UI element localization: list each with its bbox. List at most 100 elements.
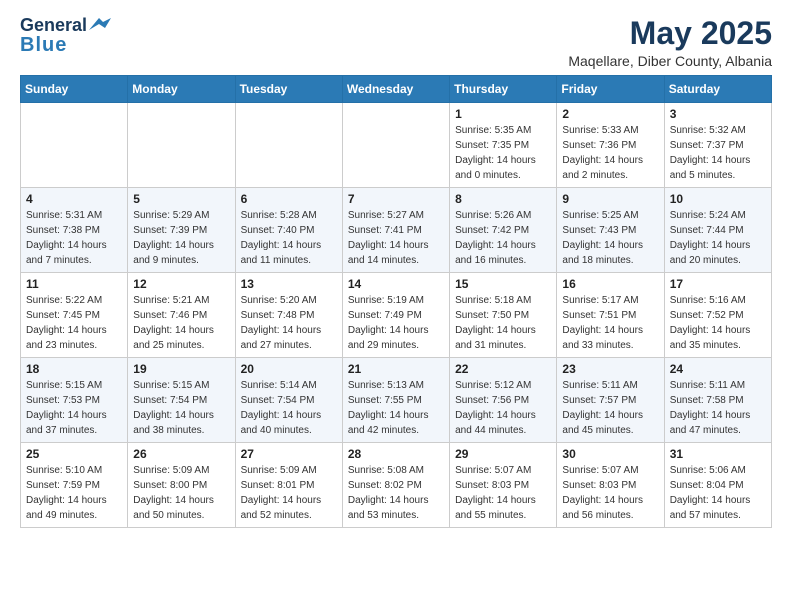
day-number: 20 <box>241 362 337 376</box>
calendar-cell: 15 Sunrise: 5:18 AMSunset: 7:50 PMDayligh… <box>450 273 557 358</box>
day-info: Sunrise: 5:09 AMSunset: 8:00 PMDaylight:… <box>133 463 229 523</box>
day-info: Sunrise: 5:10 AMSunset: 7:59 PMDaylight:… <box>26 463 122 523</box>
logo-blue: Blue <box>20 34 67 57</box>
day-info: Sunrise: 5:06 AMSunset: 8:04 PMDaylight:… <box>670 463 766 523</box>
day-info: Sunrise: 5:26 AMSunset: 7:42 PMDaylight:… <box>455 208 551 268</box>
day-number: 21 <box>348 362 444 376</box>
day-info: Sunrise: 5:32 AMSunset: 7:37 PMDaylight:… <box>670 123 766 183</box>
day-number: 9 <box>562 192 658 206</box>
calendar-cell: 18 Sunrise: 5:15 AMSunset: 7:53 PMDayligh… <box>21 358 128 443</box>
day-number: 17 <box>670 277 766 291</box>
week-row-5: 25Sunrise: 5:10 AMSunset: 7:59 PMDayligh… <box>21 443 772 528</box>
calendar-cell: 12 Sunrise: 5:21 AMSunset: 7:46 PMDayligh… <box>128 273 235 358</box>
weekday-monday: Monday <box>128 76 235 103</box>
day-info: Sunrise: 5:09 AMSunset: 8:01 PMDaylight:… <box>241 463 337 523</box>
calendar-cell: 20 Sunrise: 5:14 AMSunset: 7:54 PMDayligh… <box>235 358 342 443</box>
weekday-sunday: Sunday <box>21 76 128 103</box>
day-info: Sunrise: 5:28 AMSunset: 7:40 PMDaylight:… <box>241 208 337 268</box>
calendar-cell: 14 Sunrise: 5:19 AMSunset: 7:49 PMDayligh… <box>342 273 449 358</box>
weekday-friday: Friday <box>557 76 664 103</box>
calendar-cell: 1 Sunrise: 5:35 AMSunset: 7:35 PMDaylight… <box>450 103 557 188</box>
weekday-header-row: SundayMondayTuesdayWednesdayThursdayFrid… <box>21 76 772 103</box>
calendar-cell: 11 Sunrise: 5:22 AMSunset: 7:45 PMDayligh… <box>21 273 128 358</box>
calendar-cell: 17 Sunrise: 5:16 AMSunset: 7:52 PMDayligh… <box>664 273 771 358</box>
day-info: Sunrise: 5:24 AMSunset: 7:44 PMDaylight:… <box>670 208 766 268</box>
weekday-thursday: Thursday <box>450 76 557 103</box>
day-number: 13 <box>241 277 337 291</box>
weekday-wednesday: Wednesday <box>342 76 449 103</box>
calendar-cell <box>235 103 342 188</box>
day-info: Sunrise: 5:07 AMSunset: 8:03 PMDaylight:… <box>562 463 658 523</box>
calendar-cell: 31Sunrise: 5:06 AMSunset: 8:04 PMDayligh… <box>664 443 771 528</box>
weekday-saturday: Saturday <box>664 76 771 103</box>
day-number: 10 <box>670 192 766 206</box>
day-number: 18 <box>26 362 122 376</box>
day-number: 30 <box>562 447 658 461</box>
day-number: 3 <box>670 107 766 121</box>
week-row-1: 1 Sunrise: 5:35 AMSunset: 7:35 PMDaylight… <box>21 103 772 188</box>
day-number: 1 <box>455 107 551 121</box>
day-info: Sunrise: 5:15 AMSunset: 7:53 PMDaylight:… <box>26 378 122 438</box>
day-number: 22 <box>455 362 551 376</box>
day-info: Sunrise: 5:08 AMSunset: 8:02 PMDaylight:… <box>348 463 444 523</box>
calendar-cell: 9Sunrise: 5:25 AMSunset: 7:43 PMDaylight… <box>557 188 664 273</box>
day-number: 5 <box>133 192 229 206</box>
day-info: Sunrise: 5:14 AMSunset: 7:54 PMDaylight:… <box>241 378 337 438</box>
calendar-cell: 28Sunrise: 5:08 AMSunset: 8:02 PMDayligh… <box>342 443 449 528</box>
week-row-2: 4 Sunrise: 5:31 AMSunset: 7:38 PMDaylight… <box>21 188 772 273</box>
calendar-cell: 5 Sunrise: 5:29 AMSunset: 7:39 PMDaylight… <box>128 188 235 273</box>
day-info: Sunrise: 5:21 AMSunset: 7:46 PMDaylight:… <box>133 293 229 353</box>
day-number: 16 <box>562 277 658 291</box>
day-number: 23 <box>562 362 658 376</box>
calendar-cell: 6 Sunrise: 5:28 AMSunset: 7:40 PMDaylight… <box>235 188 342 273</box>
day-number: 29 <box>455 447 551 461</box>
day-info: Sunrise: 5:22 AMSunset: 7:45 PMDaylight:… <box>26 293 122 353</box>
title-block: May 2025 Maqellare, Diber County, Albani… <box>568 16 772 69</box>
page: General Blue May 2025 Maqellare, Diber C… <box>0 0 792 544</box>
day-info: Sunrise: 5:27 AMSunset: 7:41 PMDaylight:… <box>348 208 444 268</box>
day-number: 24 <box>670 362 766 376</box>
day-info: Sunrise: 5:15 AMSunset: 7:54 PMDaylight:… <box>133 378 229 438</box>
calendar-cell: 13Sunrise: 5:20 AMSunset: 7:48 PMDayligh… <box>235 273 342 358</box>
day-number: 7 <box>348 192 444 206</box>
day-number: 4 <box>26 192 122 206</box>
day-info: Sunrise: 5:31 AMSunset: 7:38 PMDaylight:… <box>26 208 122 268</box>
calendar-cell: 22 Sunrise: 5:12 AMSunset: 7:56 PMDayligh… <box>450 358 557 443</box>
calendar-cell: 25Sunrise: 5:10 AMSunset: 7:59 PMDayligh… <box>21 443 128 528</box>
calendar-cell: 16Sunrise: 5:17 AMSunset: 7:51 PMDayligh… <box>557 273 664 358</box>
day-info: Sunrise: 5:12 AMSunset: 7:56 PMDaylight:… <box>455 378 551 438</box>
location-title: Maqellare, Diber County, Albania <box>568 53 772 69</box>
day-number: 11 <box>26 277 122 291</box>
header: General Blue May 2025 Maqellare, Diber C… <box>20 16 772 69</box>
calendar-table: SundayMondayTuesdayWednesdayThursdayFrid… <box>20 75 772 528</box>
day-number: 12 <box>133 277 229 291</box>
logo-bird-icon <box>89 18 111 34</box>
day-info: Sunrise: 5:18 AMSunset: 7:50 PMDaylight:… <box>455 293 551 353</box>
calendar-cell: 10 Sunrise: 5:24 AMSunset: 7:44 PMDayligh… <box>664 188 771 273</box>
day-info: Sunrise: 5:19 AMSunset: 7:49 PMDaylight:… <box>348 293 444 353</box>
day-info: Sunrise: 5:33 AMSunset: 7:36 PMDaylight:… <box>562 123 658 183</box>
day-number: 6 <box>241 192 337 206</box>
day-number: 8 <box>455 192 551 206</box>
day-info: Sunrise: 5:29 AMSunset: 7:39 PMDaylight:… <box>133 208 229 268</box>
day-number: 15 <box>455 277 551 291</box>
calendar-cell <box>128 103 235 188</box>
day-info: Sunrise: 5:13 AMSunset: 7:55 PMDaylight:… <box>348 378 444 438</box>
calendar-cell: 4 Sunrise: 5:31 AMSunset: 7:38 PMDaylight… <box>21 188 128 273</box>
day-info: Sunrise: 5:11 AMSunset: 7:58 PMDaylight:… <box>670 378 766 438</box>
day-info: Sunrise: 5:16 AMSunset: 7:52 PMDaylight:… <box>670 293 766 353</box>
month-title: May 2025 <box>568 16 772 51</box>
day-number: 26 <box>133 447 229 461</box>
calendar-cell: 30 Sunrise: 5:07 AMSunset: 8:03 PMDayligh… <box>557 443 664 528</box>
day-number: 14 <box>348 277 444 291</box>
calendar-cell: 7 Sunrise: 5:27 AMSunset: 7:41 PMDaylight… <box>342 188 449 273</box>
calendar-cell <box>21 103 128 188</box>
day-number: 19 <box>133 362 229 376</box>
calendar-cell: 3 Sunrise: 5:32 AMSunset: 7:37 PMDaylight… <box>664 103 771 188</box>
day-info: Sunrise: 5:35 AMSunset: 7:35 PMDaylight:… <box>455 123 551 183</box>
week-row-4: 18 Sunrise: 5:15 AMSunset: 7:53 PMDayligh… <box>21 358 772 443</box>
calendar-cell: 24 Sunrise: 5:11 AMSunset: 7:58 PMDayligh… <box>664 358 771 443</box>
week-row-3: 11 Sunrise: 5:22 AMSunset: 7:45 PMDayligh… <box>21 273 772 358</box>
calendar-cell: 29Sunrise: 5:07 AMSunset: 8:03 PMDayligh… <box>450 443 557 528</box>
weekday-tuesday: Tuesday <box>235 76 342 103</box>
